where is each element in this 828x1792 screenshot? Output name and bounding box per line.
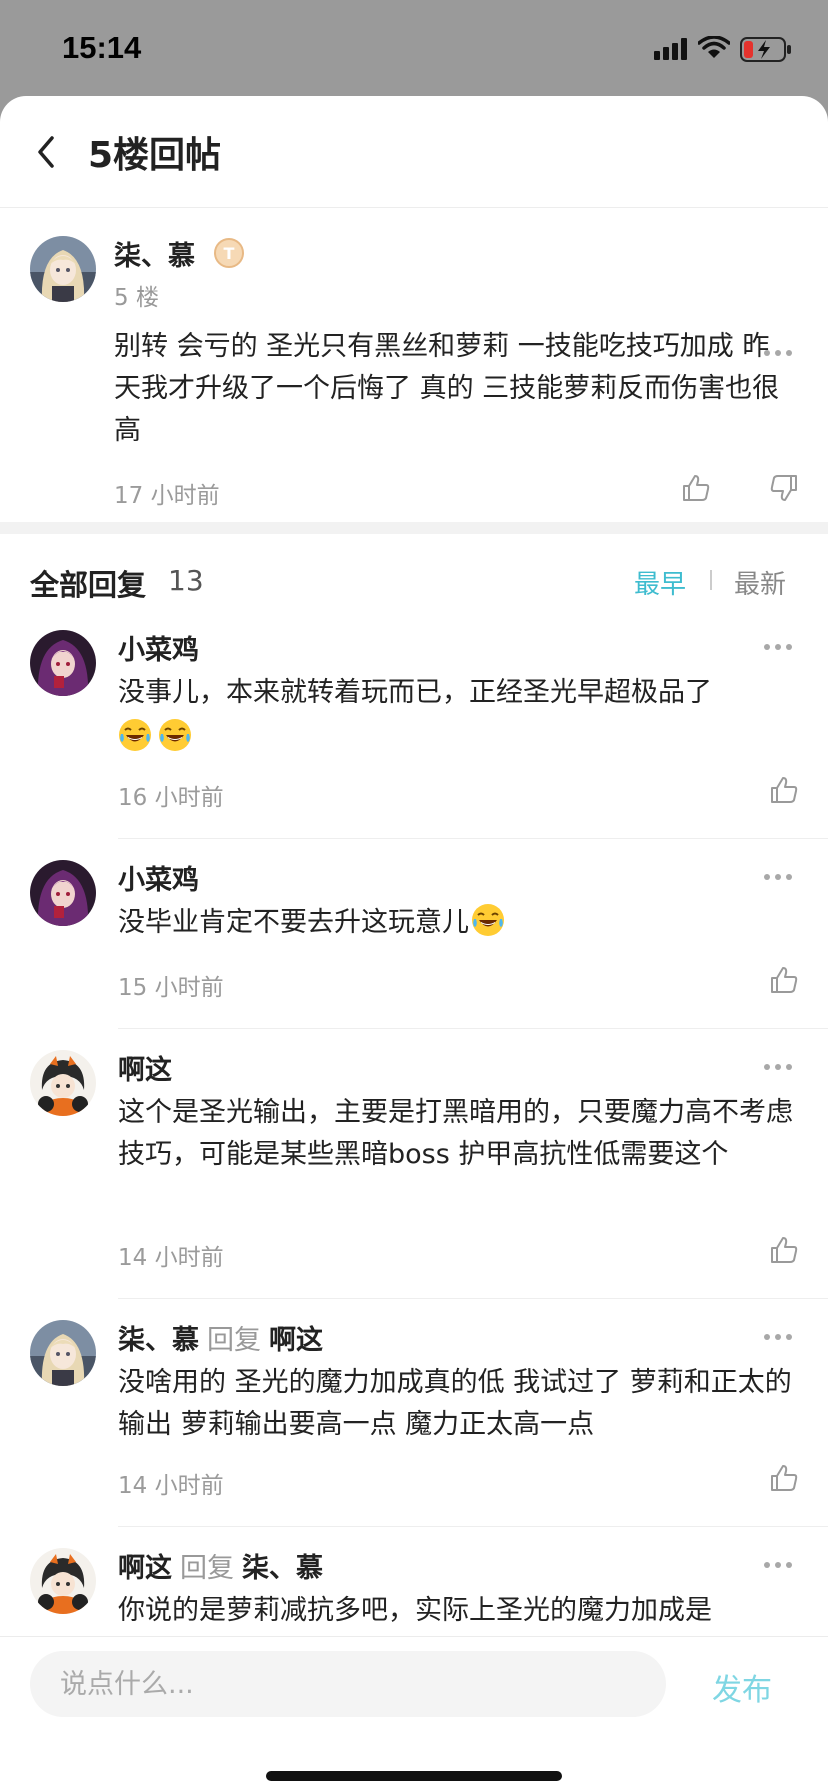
top-nav-bar: 5楼回帖: [0, 96, 828, 208]
reply-word: 回复: [207, 1325, 261, 1356]
reply-username[interactable]: 啊这: [118, 1553, 172, 1584]
level-badge-icon: T: [214, 238, 244, 268]
reply-divider: [118, 1028, 828, 1029]
reply-divider: [118, 1298, 828, 1299]
sort-latest-tab[interactable]: 最新: [734, 564, 786, 601]
reply-username[interactable]: 啊这: [118, 1048, 172, 1087]
reply-content: 这个是圣光输出，主要是打黑暗用的，只要魔力高不考虑技巧，可能是某些黑暗boss …: [118, 1097, 793, 1170]
post-time: 17 小时前: [114, 483, 220, 509]
laughing-tears-emoji-icon: [118, 718, 152, 752]
reply-time: 16 小时前: [118, 785, 224, 811]
reply-content: 你说的是萝莉减抗多吧，实际上圣光的魔力加成是: [118, 1595, 712, 1626]
replies-count: 13: [168, 564, 204, 597]
section-divider: [0, 522, 828, 534]
reply-to-username[interactable]: 啊这: [269, 1325, 323, 1356]
reply-time: 14 小时前: [118, 1473, 224, 1499]
post-username[interactable]: 柒、慕: [114, 234, 195, 273]
reply-to-username[interactable]: 柒、慕: [242, 1553, 323, 1584]
reply-username-line: 啊这 回复 柒、慕: [118, 1546, 323, 1585]
thumbs-up-icon[interactable]: [680, 472, 712, 504]
comment-input[interactable]: [30, 1651, 666, 1717]
more-options-icon[interactable]: [764, 644, 794, 652]
main-post: 柒、慕 T 5 楼 别转 会亏的 圣光只有黑丝和萝莉 一技能吃技巧加成 昨天我才…: [0, 208, 828, 522]
more-options-icon[interactable]: [764, 1562, 794, 1570]
avatar[interactable]: [30, 860, 96, 926]
reply-divider: [118, 838, 828, 839]
more-options-icon[interactable]: [764, 874, 794, 882]
thumbs-up-icon[interactable]: [768, 1462, 800, 1494]
comment-bar: 发布: [0, 1636, 828, 1792]
laughing-tears-emoji-icon: [158, 718, 192, 752]
laughing-tears-emoji-icon: [471, 903, 505, 937]
reply-divider: [118, 1526, 828, 1527]
page-title: 5楼回帖: [88, 135, 222, 176]
replies-title: 全部回复: [30, 568, 147, 602]
status-bar: 15:14: [0, 0, 828, 96]
sort-separator: [710, 570, 712, 590]
wifi-icon: [698, 36, 730, 58]
avatar[interactable]: [30, 1548, 96, 1614]
more-options-icon[interactable]: [764, 1064, 794, 1072]
reply-word: 回复: [180, 1553, 234, 1584]
floor-label: 5 楼: [114, 285, 159, 311]
avatar[interactable]: [30, 236, 96, 302]
publish-button[interactable]: 发布: [712, 1665, 772, 1709]
reply-text: 没毕业肯定不要去升这玩意儿: [118, 907, 469, 938]
thumbs-up-icon[interactable]: [768, 774, 800, 806]
avatar[interactable]: [30, 1320, 96, 1386]
reply-text: 没事儿，本来就转着玩而已，正经圣光早超极品了: [118, 677, 712, 708]
sort-earliest-tab[interactable]: 最早: [634, 564, 686, 601]
reply-emojis: [118, 718, 198, 752]
status-time: 15:14: [62, 30, 142, 65]
thumbs-down-icon[interactable]: [768, 472, 800, 504]
reply-content: 没啥用的 圣光的魔力加成真的低 我试过了 萝莉和正太的输出 萝莉输出要高一点 魔…: [118, 1367, 792, 1440]
signal-icon: [654, 38, 688, 60]
reply-time: 14 小时前: [118, 1245, 224, 1271]
reply-username-line: 柒、慕 回复 啊这: [118, 1318, 323, 1357]
reply-username[interactable]: 小菜鸡: [118, 858, 199, 897]
reply-content: 没事儿，本来就转着玩而已，正经圣光早超极品了: [118, 672, 808, 714]
badge-letter: T: [224, 244, 235, 263]
reply-username[interactable]: 柒、慕: [118, 1325, 199, 1356]
avatar[interactable]: [30, 630, 96, 696]
home-indicator: [266, 1771, 562, 1781]
battery-low-icon: [740, 37, 791, 62]
more-options-icon[interactable]: [764, 1334, 794, 1342]
thumbs-up-icon[interactable]: [768, 1234, 800, 1266]
reply-content: 没毕业肯定不要去升这玩意儿: [118, 902, 808, 944]
reply-time: 15 小时前: [118, 975, 224, 1001]
post-content: 别转 会亏的 圣光只有黑丝和萝莉 一技能吃技巧加成 昨天我才升级了一个后悔了 真…: [114, 331, 780, 446]
thumbs-up-icon[interactable]: [768, 964, 800, 996]
back-arrow-icon[interactable]: [28, 130, 62, 174]
reply-username[interactable]: 小菜鸡: [118, 628, 199, 667]
reply-detail-sheet: 5楼回帖 柒、慕 T 5 楼 别转 会亏的 圣光只有黑丝和萝莉 一技能吃技巧加成…: [0, 96, 828, 1792]
avatar[interactable]: [30, 1050, 96, 1116]
